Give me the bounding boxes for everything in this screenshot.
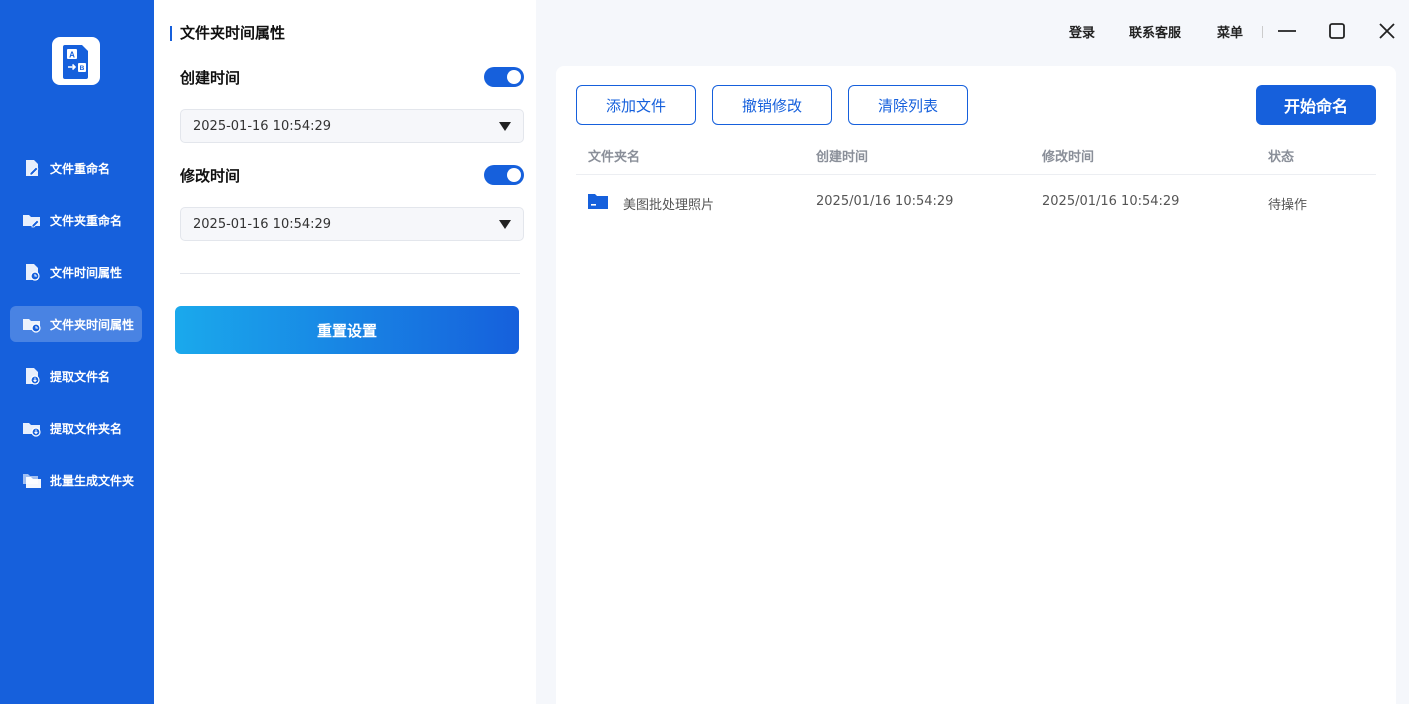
menu-link[interactable]: 菜单 — [1217, 22, 1243, 41]
folder-rename-icon — [23, 215, 40, 228]
sidebar-item-label: 文件时间属性 — [50, 265, 123, 280]
caret-down-icon — [499, 220, 511, 229]
sidebar-item-label: 文件夹时间属性 — [50, 317, 135, 332]
sidebar-item-folder-rename[interactable]: 文件夹重命名 — [10, 202, 142, 238]
svg-text:B: B — [80, 65, 85, 72]
column-header-created: 创建时间 — [816, 150, 869, 165]
minimize-icon — [1278, 30, 1296, 32]
sidebar-item-folder-time[interactable]: 文件夹时间属性 — [10, 306, 142, 342]
column-header-folder-name: 文件夹名 — [588, 150, 641, 165]
sidebar-item-label: 提取文件夹名 — [50, 421, 123, 436]
add-file-button[interactable]: 添加文件 — [576, 85, 696, 125]
panel-title: 文件夹时间属性 — [170, 22, 285, 44]
modify-time-toggle[interactable] — [484, 165, 524, 185]
create-time-label: 创建时间 — [180, 69, 241, 87]
create-time-value: 2025-01-16 10:54:29 — [193, 118, 332, 134]
undo-changes-button[interactable]: 撤销修改 — [712, 85, 832, 125]
file-rename-icon — [26, 160, 39, 176]
sidebar-item-label: 批量生成文件夹 — [50, 473, 135, 488]
maximize-icon — [1329, 23, 1345, 39]
file-clock-icon — [26, 264, 40, 281]
folder-clock-icon — [23, 319, 41, 333]
table-row[interactable]: 美图批处理照片 2025/01/16 10:54:29 2025/01/16 1… — [576, 184, 1376, 220]
window-controls-separator — [1262, 26, 1263, 38]
svg-text:A: A — [69, 51, 75, 60]
maximize-button[interactable] — [1326, 20, 1348, 42]
sidebar-item-batch-folders[interactable]: 批量生成文件夹 — [10, 462, 142, 498]
modify-time-label: 修改时间 — [180, 167, 241, 185]
toggle-knob — [507, 168, 521, 182]
close-button[interactable] — [1376, 20, 1398, 42]
sidebar-item-extract-filename[interactable]: 提取文件名 — [10, 358, 142, 394]
folders-icon — [23, 474, 41, 488]
start-rename-button[interactable]: 开始命名 — [1256, 85, 1376, 125]
sidebar-item-label: 文件重命名 — [50, 161, 111, 176]
reset-settings-button[interactable]: 重置设置 — [175, 306, 519, 354]
create-time-toggle[interactable] — [484, 67, 524, 87]
status-cell: 待操作 — [1268, 198, 1308, 213]
column-header-modified: 修改时间 — [1042, 150, 1095, 165]
caret-down-icon — [499, 122, 511, 131]
sidebar-item-extract-foldername[interactable]: 提取文件夹名 — [10, 410, 142, 446]
folder-extract-icon — [23, 423, 41, 437]
divider — [180, 273, 520, 274]
main-content: 添加文件 撤销修改 清除列表 开始命名 文件夹名 创建时间 修改时间 状态 美图… — [556, 66, 1396, 704]
column-header-status: 状态 — [1268, 150, 1295, 165]
create-time-select[interactable]: 2025-01-16 10:54:29 — [180, 109, 524, 143]
sidebar-item-label: 提取文件名 — [50, 369, 111, 384]
folder-name-cell: 美图批处理照片 — [623, 198, 715, 213]
table-header-divider — [576, 174, 1376, 175]
modified-time-cell: 2025/01/16 10:54:29 — [1042, 194, 1180, 209]
modify-time-value: 2025-01-16 10:54:29 — [193, 216, 332, 232]
translate-file-icon: A B — [63, 45, 88, 79]
toggle-knob — [507, 70, 521, 84]
app-logo: A B — [52, 37, 100, 85]
login-link[interactable]: 登录 — [1069, 22, 1095, 41]
created-time-cell: 2025/01/16 10:54:29 — [816, 194, 954, 209]
settings-panel: 文件夹时间属性 创建时间 2025-01-16 10:54:29 修改时间 20… — [154, 0, 536, 704]
folder-icon — [588, 194, 608, 209]
sidebar-item-file-time[interactable]: 文件时间属性 — [10, 254, 142, 290]
sidebar: A B 文件重命名 文件夹重命名 文件时间属性 文件夹时间属性 提取文件名 提取… — [0, 0, 154, 704]
close-icon — [1379, 23, 1395, 39]
modify-time-select[interactable]: 2025-01-16 10:54:29 — [180, 207, 524, 241]
sidebar-item-file-rename[interactable]: 文件重命名 — [10, 150, 142, 186]
minimize-button[interactable] — [1276, 20, 1298, 42]
file-extract-icon — [26, 368, 40, 385]
sidebar-item-label: 文件夹重命名 — [50, 213, 123, 228]
support-link[interactable]: 联系客服 — [1129, 22, 1181, 41]
clear-list-button[interactable]: 清除列表 — [848, 85, 968, 125]
